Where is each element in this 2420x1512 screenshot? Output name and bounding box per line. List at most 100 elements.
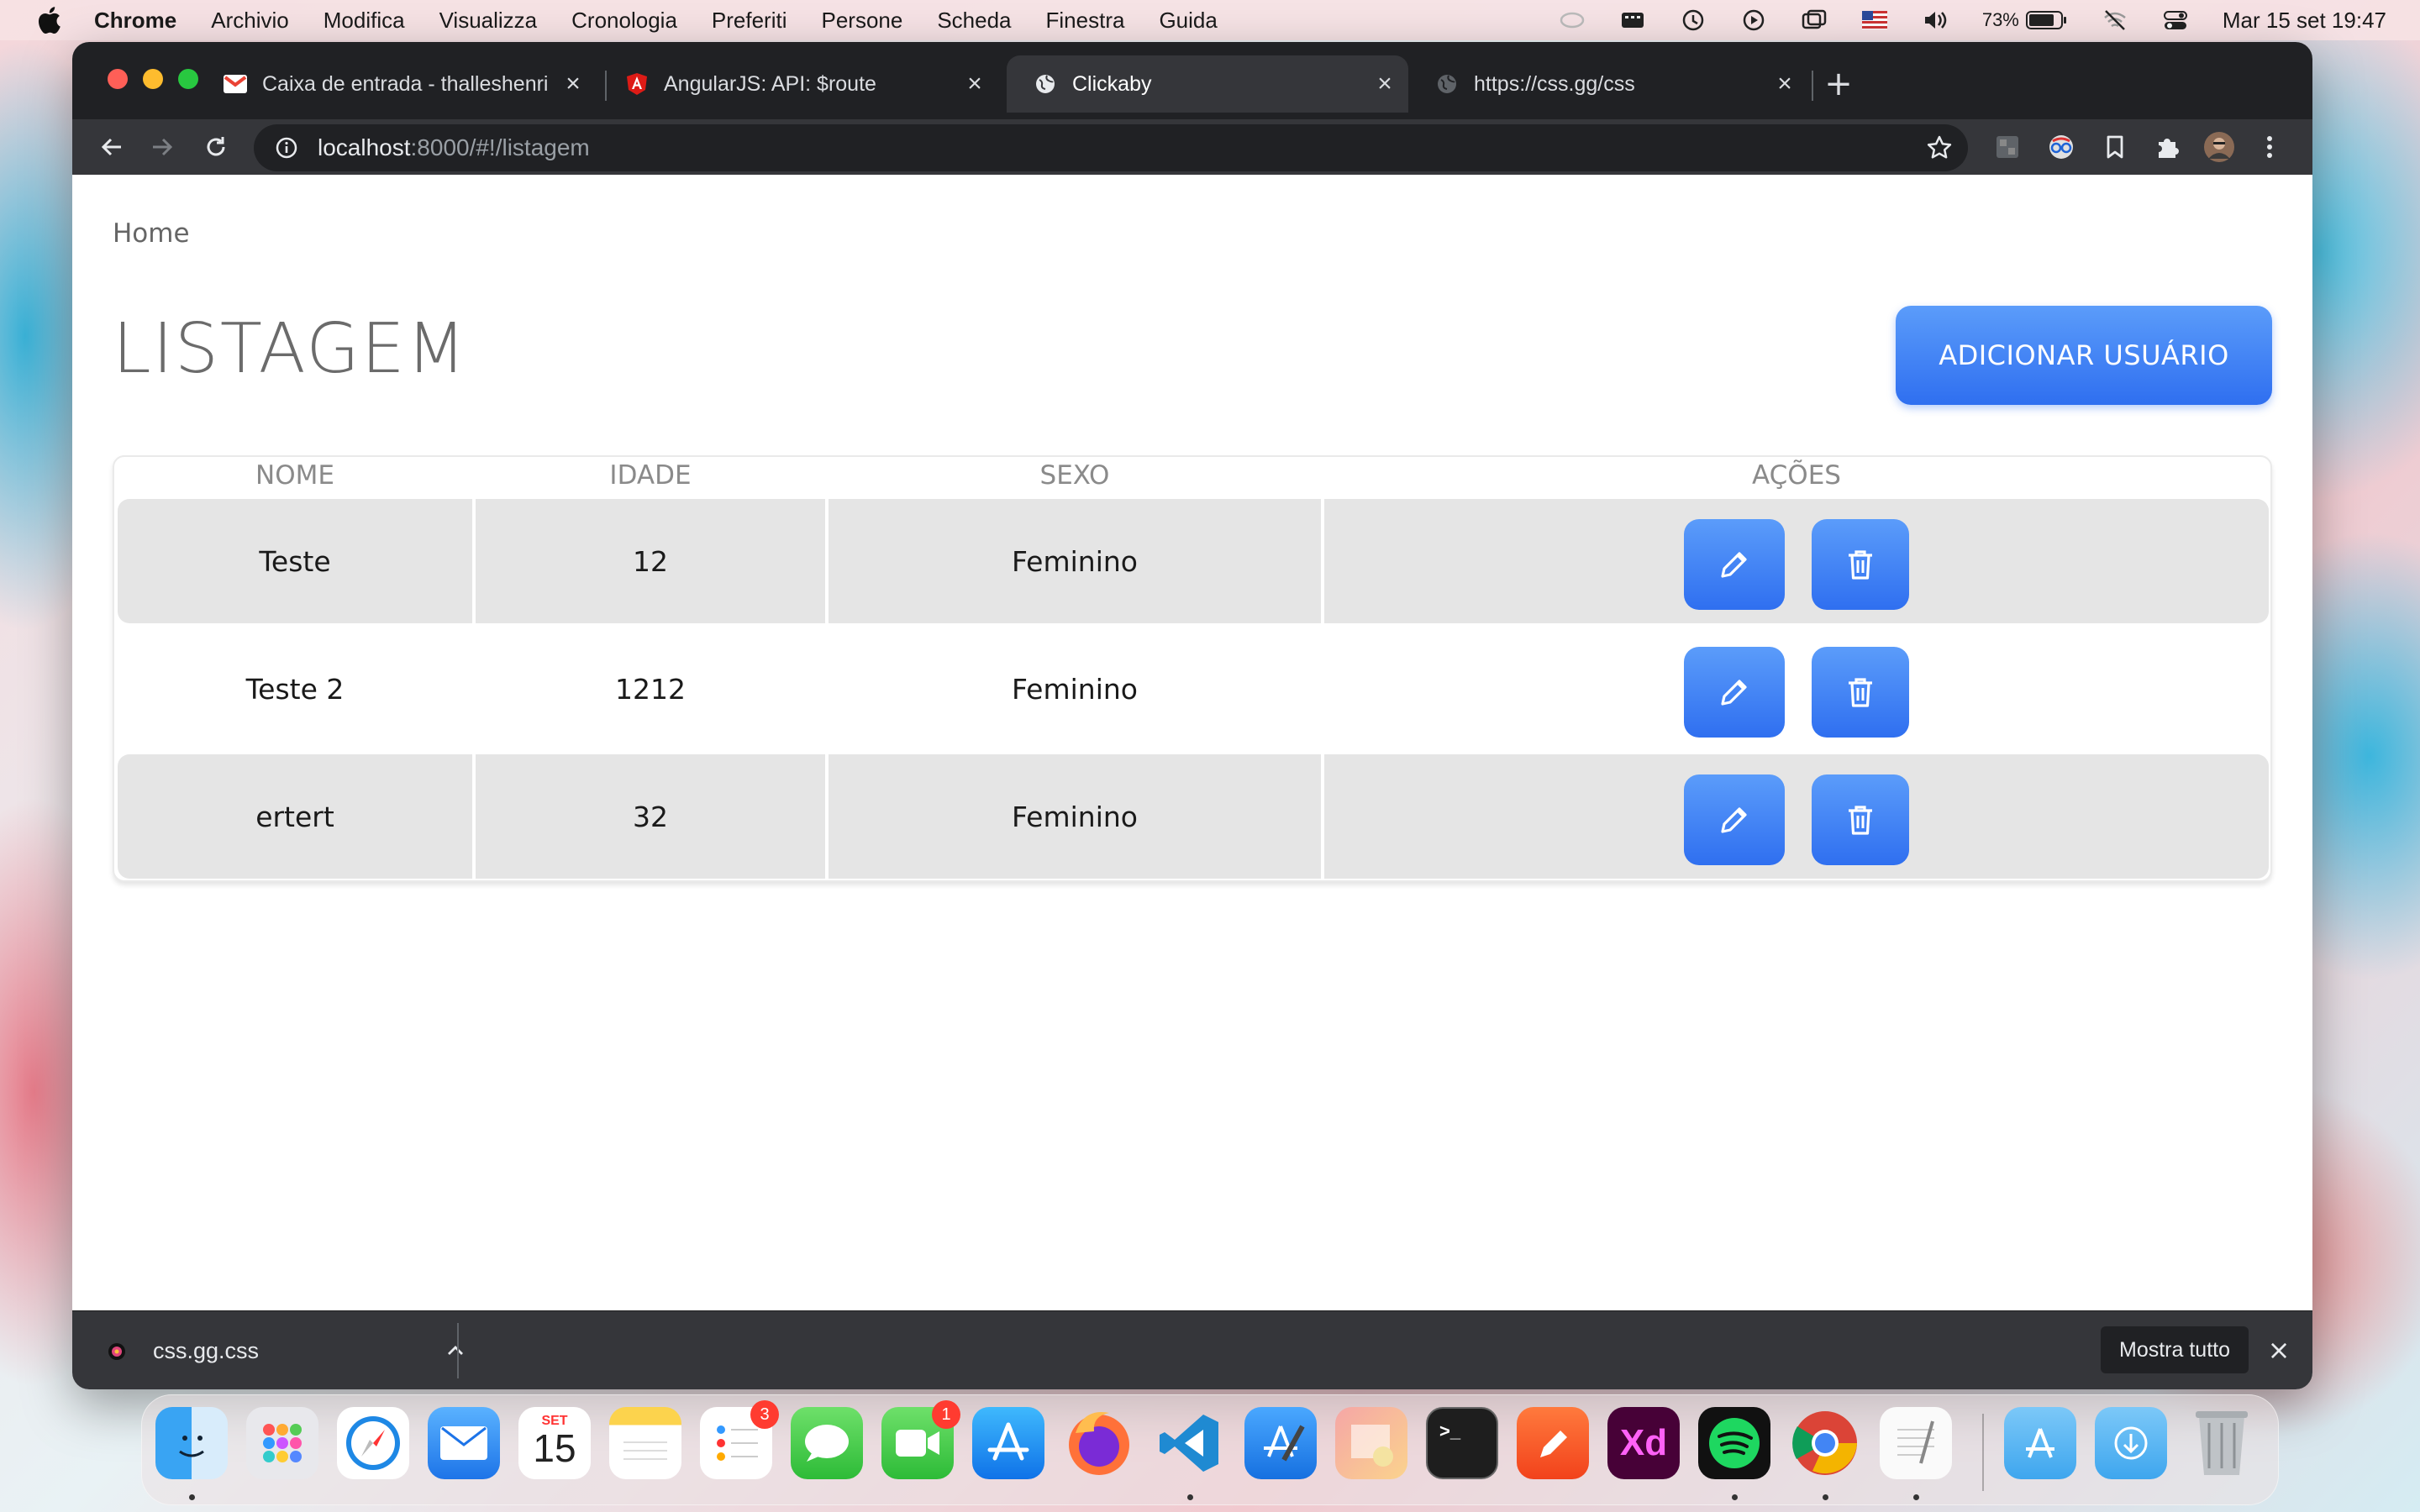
breadcrumb-home[interactable]: Home	[113, 218, 190, 249]
preview-icon[interactable]	[1335, 1407, 1407, 1479]
downloads-folder-icon[interactable]	[2095, 1407, 2167, 1479]
menu-cronologia[interactable]: Cronologia	[571, 8, 677, 34]
menu-scheda[interactable]: Scheda	[937, 8, 1011, 34]
notes-icon[interactable]	[609, 1407, 681, 1479]
gmail-icon	[224, 72, 247, 96]
column-header-sexo: SEXO	[1039, 460, 1110, 491]
facetime-icon[interactable]: 1	[881, 1400, 960, 1479]
us-flag-icon[interactable]	[1861, 8, 1888, 32]
messages-icon[interactable]	[791, 1407, 863, 1479]
url-path: :8000/#!/listagem	[410, 134, 590, 160]
profile-avatar[interactable]	[2203, 131, 2235, 163]
menu-guida[interactable]: Guida	[1159, 8, 1217, 34]
app-store-icon[interactable]	[972, 1407, 1044, 1479]
menu-persone[interactable]: Persone	[821, 8, 902, 34]
safari-icon[interactable]	[337, 1407, 409, 1479]
bookmark-star-icon[interactable]	[1926, 134, 1953, 161]
browser-toolbar: localhost:8000/#!/listagem	[72, 119, 2312, 175]
trash-bin-icon[interactable]	[2186, 1407, 2258, 1479]
download-item[interactable]: css.gg.css	[106, 1311, 466, 1389]
url-text[interactable]: localhost:8000/#!/listagem	[318, 134, 590, 161]
launchpad-icon[interactable]	[246, 1407, 318, 1479]
address-bar[interactable]: localhost:8000/#!/listagem	[254, 124, 1968, 171]
column-divider	[1321, 499, 1324, 623]
clock[interactable]: Mar 15 set 19:47	[2223, 0, 2386, 40]
menu-preferiti[interactable]: Preferiti	[712, 8, 787, 34]
pencil-app-icon[interactable]	[1517, 1407, 1589, 1479]
play-icon[interactable]	[1740, 8, 1767, 32]
macos-dock: SET 15 3 1 >_ Xd	[141, 1394, 2279, 1505]
tab-clickaby[interactable]: Clickaby ×	[1007, 55, 1408, 113]
puzzle-extensions-icon[interactable]	[2151, 131, 2183, 163]
info-icon[interactable]	[272, 134, 301, 162]
extension-glasses-icon[interactable]	[2045, 131, 2077, 163]
minimize-window-button[interactable]	[143, 69, 163, 89]
mail-icon[interactable]	[428, 1407, 500, 1479]
time-machine-icon[interactable]	[1680, 8, 1707, 32]
cell-nome: Teste	[259, 544, 331, 578]
menu-visualizza[interactable]: Visualizza	[439, 8, 538, 34]
finder-icon[interactable]	[155, 1407, 228, 1479]
spotify-icon[interactable]	[1698, 1407, 1770, 1479]
show-all-downloads-button[interactable]: Mostra tutto	[2101, 1326, 2249, 1373]
page-title: LISTAGEM	[113, 309, 468, 389]
terminal-icon[interactable]: >_	[1426, 1407, 1498, 1479]
delete-button[interactable]	[1812, 519, 1909, 610]
close-tab-icon[interactable]: ×	[561, 70, 585, 97]
arrow-right-icon	[153, 138, 173, 156]
menu-finestra[interactable]: Finestra	[1046, 8, 1125, 34]
keyboard-icon[interactable]	[1619, 8, 1646, 32]
menu-modifica[interactable]: Modifica	[324, 8, 405, 34]
tab-angularjs[interactable]: AngularJS: API: $route ×	[598, 55, 998, 113]
menu-chrome[interactable]: Chrome	[94, 8, 176, 34]
delete-button[interactable]	[1812, 647, 1909, 738]
control-center-icon[interactable]	[2162, 8, 2189, 32]
extension-grid-icon[interactable]	[1991, 131, 2023, 163]
delete-button[interactable]	[1812, 774, 1909, 865]
download-shelf: css.gg.css Mostra tutto ×	[72, 1310, 2312, 1389]
adobe-xd-icon[interactable]: Xd	[1607, 1407, 1680, 1479]
close-tab-icon[interactable]: ×	[1773, 70, 1797, 97]
battery-status[interactable]: 73%	[1982, 0, 2068, 40]
creative-cloud-icon[interactable]	[1559, 8, 1586, 32]
tab-css-gg[interactable]: https://css.gg/css ×	[1408, 55, 1808, 113]
new-tab-button[interactable]: +	[1822, 65, 1855, 103]
applications-folder-icon[interactable]	[2004, 1407, 2076, 1479]
cell-nome: ertert	[255, 800, 334, 833]
tab-gmail[interactable]: Caixa de entrada - thalleshenri ×	[197, 55, 597, 113]
pencil-icon	[1721, 552, 1747, 578]
xcode-beta-icon[interactable]	[1244, 1407, 1317, 1479]
volume-icon[interactable]	[1922, 8, 1949, 32]
battery-percent: 73%	[1981, 9, 2019, 30]
close-tab-icon[interactable]: ×	[963, 70, 986, 97]
menu-archivio[interactable]: Archivio	[211, 8, 288, 34]
trash-icon	[1849, 678, 1872, 707]
column-header-acoes: AÇÕES	[1752, 460, 1841, 491]
apple-icon[interactable]	[34, 5, 64, 35]
close-tab-icon[interactable]: ×	[1373, 70, 1397, 97]
reload-button[interactable]	[197, 128, 235, 166]
textedit-icon[interactable]	[1880, 1407, 1952, 1479]
back-button[interactable]	[92, 128, 131, 166]
edit-button[interactable]	[1684, 647, 1785, 738]
wifi-off-icon[interactable]	[2102, 8, 2128, 32]
forward-button[interactable]	[143, 128, 182, 166]
more-vertical-icon[interactable]	[2254, 131, 2286, 163]
chevron-up-icon[interactable]	[445, 1341, 466, 1361]
reminders-icon[interactable]: 3	[700, 1400, 779, 1479]
pencil-icon	[1721, 680, 1747, 706]
chrome-icon[interactable]	[1789, 1407, 1861, 1479]
calendar-icon[interactable]: SET 15	[518, 1407, 591, 1479]
cell-sexo: Feminino	[1012, 672, 1138, 706]
vscode-icon[interactable]	[1154, 1407, 1226, 1479]
table-row: Teste 2 1212 Feminino	[118, 627, 2269, 751]
screen-mirroring-icon[interactable]	[1801, 8, 1828, 32]
add-user-button[interactable]: ADICIONAR USUÁRIO	[1896, 306, 2272, 405]
firefox-icon[interactable]	[1063, 1407, 1135, 1479]
edit-button[interactable]	[1684, 519, 1785, 610]
bookmark-icon[interactable]	[2099, 131, 2131, 163]
close-window-button[interactable]	[108, 69, 128, 89]
close-download-shelf-icon[interactable]: ×	[2264, 1334, 2294, 1366]
edit-button[interactable]	[1684, 774, 1785, 865]
zoom-window-button[interactable]	[178, 69, 198, 89]
